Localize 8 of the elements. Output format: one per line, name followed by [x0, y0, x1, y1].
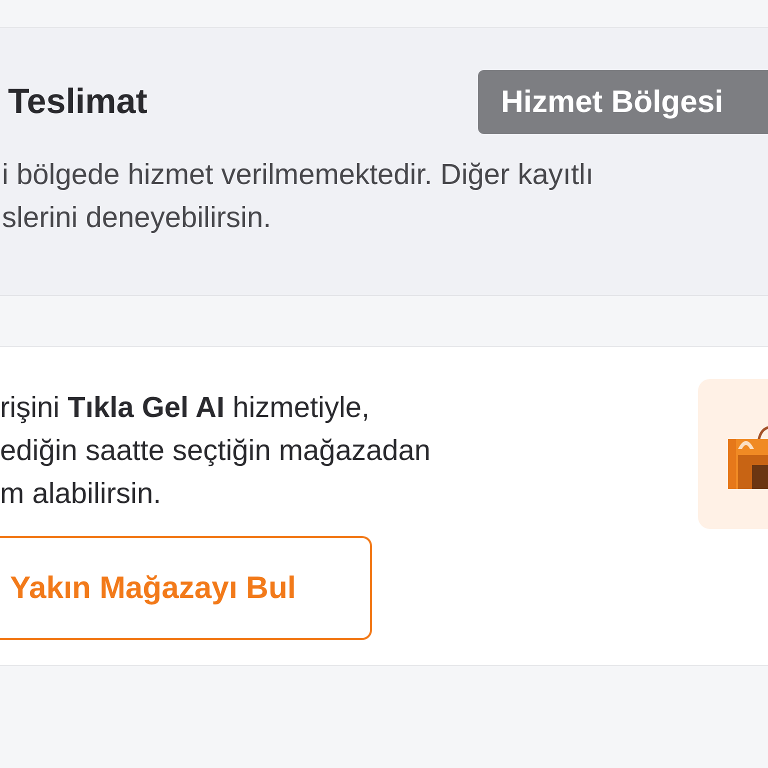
section-title: Teslimat — [7, 82, 148, 122]
description-text: ediğin saatte seçtiğin mağazadan — [0, 434, 430, 469]
message-text: i bölgede hizmet verilmemektedir. Diğer kayıtlı — [1, 158, 595, 193]
description-text: rişini Tıkla Gel AI hizmetiyle, — [0, 391, 371, 426]
description-text: m alabilirsin. — [0, 477, 162, 512]
message-text: slerini deneyebilirsin. — [1, 201, 272, 236]
service-region-button[interactable]: Hizmet Bölgesi — [478, 70, 768, 134]
find-store-button[interactable]: Yakın Mağazayı Bul — [0, 536, 372, 640]
